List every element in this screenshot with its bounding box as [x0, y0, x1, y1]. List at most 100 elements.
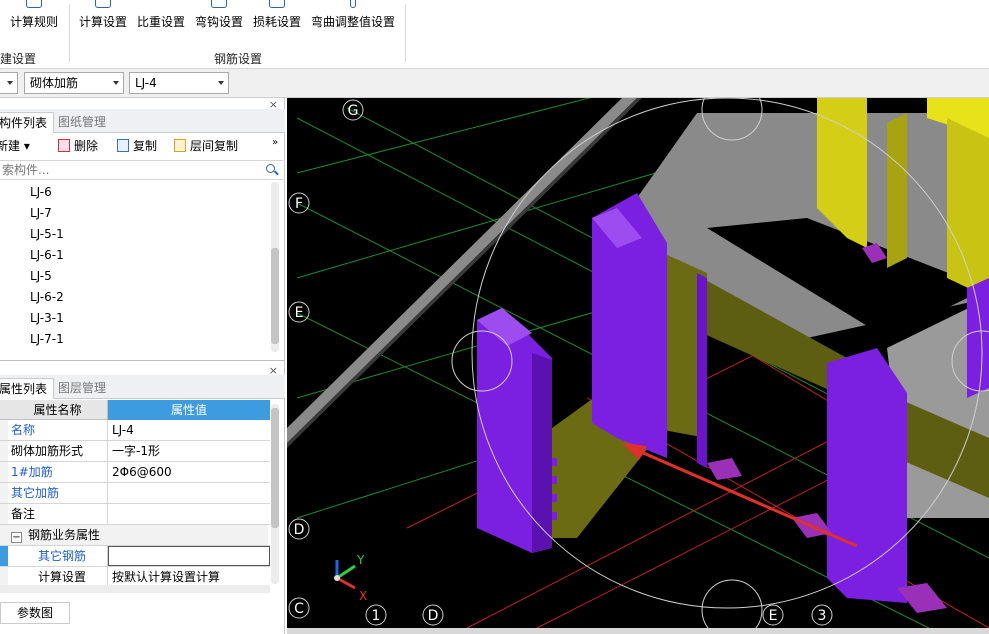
property-value[interactable]: 2Φ6@600	[108, 462, 270, 482]
row-gutter	[0, 462, 8, 482]
property-name-header: 属性名称	[8, 400, 108, 420]
search-input[interactable]	[0, 161, 260, 179]
copy-button[interactable]: 复制	[117, 137, 157, 154]
property-name: 名称	[8, 420, 108, 440]
panel-divider	[0, 360, 285, 361]
list-scrollbar[interactable]	[271, 182, 279, 352]
status-bar	[287, 628, 989, 634]
list-item[interactable]: LJ-7-1	[0, 329, 270, 350]
axis-label: C	[294, 601, 304, 617]
row-gutter	[0, 525, 8, 545]
axis-label: 3	[818, 608, 827, 624]
axis-label: F	[295, 196, 303, 212]
calc-rules-button[interactable]: 计算规则	[6, 0, 62, 40]
axis-label: E	[769, 608, 778, 624]
property-name: 计算设置	[8, 567, 108, 587]
property-group: − 钢筋业务属性	[8, 525, 268, 545]
chevron-down-icon	[7, 81, 13, 85]
category-value: 砌体加筋	[30, 76, 79, 90]
category-select[interactable]: 砌体加筋	[24, 72, 124, 94]
grid-hscrollbar[interactable]	[0, 585, 270, 593]
tab-property-list[interactable]: 属性列表	[0, 378, 55, 399]
grid-scrollbar-thumb[interactable]	[271, 408, 279, 528]
ribbon-separator	[69, 4, 70, 62]
loss-settings-button[interactable]: 损耗设置	[250, 0, 304, 40]
component-list: LJ-6 LJ-7 LJ-5-1 LJ-6-1 LJ-5 LJ-6-2 LJ-3…	[0, 182, 270, 350]
chevron-down-icon	[218, 81, 224, 85]
bend-icon	[350, 0, 356, 8]
property-value-header: 属性值	[108, 400, 270, 420]
purple-column-thin	[697, 273, 707, 468]
calc-rules-label: 计算规则	[9, 15, 58, 29]
property-name: 其它钢筋	[8, 546, 108, 566]
row-gutter	[0, 504, 8, 524]
property-row[interactable]: 其它加筋	[0, 483, 270, 504]
list-item[interactable]: LJ-5	[0, 266, 270, 287]
bend-adjust-button[interactable]: 弯曲调整值设置	[308, 0, 398, 40]
floor-copy-button[interactable]: 层间复制	[174, 137, 238, 154]
property-row[interactable]: 砌体加筋形式 一字-1形	[0, 441, 270, 462]
axis-label: D	[428, 608, 439, 624]
property-row[interactable]: 其它钢筋	[0, 546, 270, 567]
floor-copy-icon	[174, 139, 186, 152]
floor-select[interactable]	[0, 72, 18, 94]
list-item[interactable]: LJ-7	[0, 203, 270, 224]
collapse-toggle[interactable]: −	[11, 532, 22, 543]
ribbon-separator	[405, 4, 406, 62]
property-value-input[interactable]	[108, 546, 270, 566]
list-item[interactable]: LJ-6-2	[0, 287, 270, 308]
floor-copy-label: 层间复制	[190, 139, 239, 153]
calc-settings-button[interactable]: 计算设置	[76, 0, 130, 40]
tab-component-list[interactable]: 构件列表	[0, 112, 55, 133]
property-value[interactable]	[108, 483, 270, 503]
element-select[interactable]: LJ-4	[129, 72, 229, 94]
new-label: 新建	[0, 139, 21, 153]
property-value[interactable]: 一字-1形	[108, 441, 270, 461]
list-item[interactable]: LJ-3-1	[0, 308, 270, 329]
3d-viewport[interactable]: G F E D C 1 D E 3 Y X	[287, 98, 989, 628]
list-item[interactable]: LJ-5-1	[0, 224, 270, 245]
axis-label: 1	[372, 608, 381, 624]
search-icon[interactable]	[266, 164, 275, 173]
purple-column-right	[967, 278, 989, 398]
property-value[interactable]: 按默认计算设置计算	[108, 567, 270, 587]
tab-drawing-manage[interactable]: 图纸管理	[52, 112, 112, 133]
delete-icon	[58, 139, 70, 152]
property-grid-header: 属性名称 属性值	[0, 400, 270, 420]
3d-scene[interactable]: G F E D C 1 D E 3 Y X	[287, 98, 989, 628]
hook-settings-button[interactable]: 弯钩设置	[192, 0, 246, 40]
more-button[interactable]: »	[272, 137, 278, 148]
property-value[interactable]: LJ-4	[108, 420, 270, 440]
component-toolbar: 新建 ▾ 删除 复制 层间复制 »	[0, 134, 285, 156]
list-scrollbar-thumb[interactable]	[271, 248, 279, 344]
tab-parameter-diagram[interactable]: 参数图	[0, 602, 70, 624]
property-group-row[interactable]: − 钢筋业务属性	[0, 525, 270, 546]
hook-settings-label: 弯钩设置	[194, 15, 243, 29]
property-value[interactable]	[108, 504, 270, 524]
weight-settings-button[interactable]: 比重设置	[134, 0, 188, 40]
list-item[interactable]: LJ-6-1	[0, 245, 270, 266]
list-item[interactable]: LJ-6	[0, 182, 270, 203]
grid-scrollbar[interactable]	[271, 404, 279, 584]
property-name: 1#加筋	[8, 462, 108, 482]
orbit-handle[interactable]	[701, 579, 763, 628]
property-name: 砌体加筋形式	[8, 441, 108, 461]
element-value: LJ-4	[135, 76, 157, 90]
row-gutter	[0, 546, 8, 566]
rebar-group-label: 钢筋设置	[214, 52, 263, 66]
selector-strip: 砌体加筋 LJ-4	[0, 69, 989, 98]
yellow-column-side	[887, 113, 907, 268]
calc-settings-icon	[95, 0, 111, 8]
row-gutter	[0, 483, 8, 503]
weight-settings-label: 比重设置	[136, 15, 185, 29]
delete-button[interactable]: 删除	[58, 137, 98, 154]
axis-label: G	[348, 103, 359, 119]
calc-settings-label: 计算设置	[78, 15, 127, 29]
purple-column-front-side	[532, 353, 552, 553]
chevron-down-icon	[113, 81, 119, 85]
property-row[interactable]: 备注	[0, 504, 270, 525]
property-row[interactable]: 1#加筋 2Φ6@600	[0, 462, 270, 483]
property-row[interactable]: 名称 LJ-4	[0, 420, 270, 441]
new-button[interactable]: 新建 ▾	[0, 137, 30, 154]
tab-layer-manage[interactable]: 图层管理	[52, 378, 112, 399]
